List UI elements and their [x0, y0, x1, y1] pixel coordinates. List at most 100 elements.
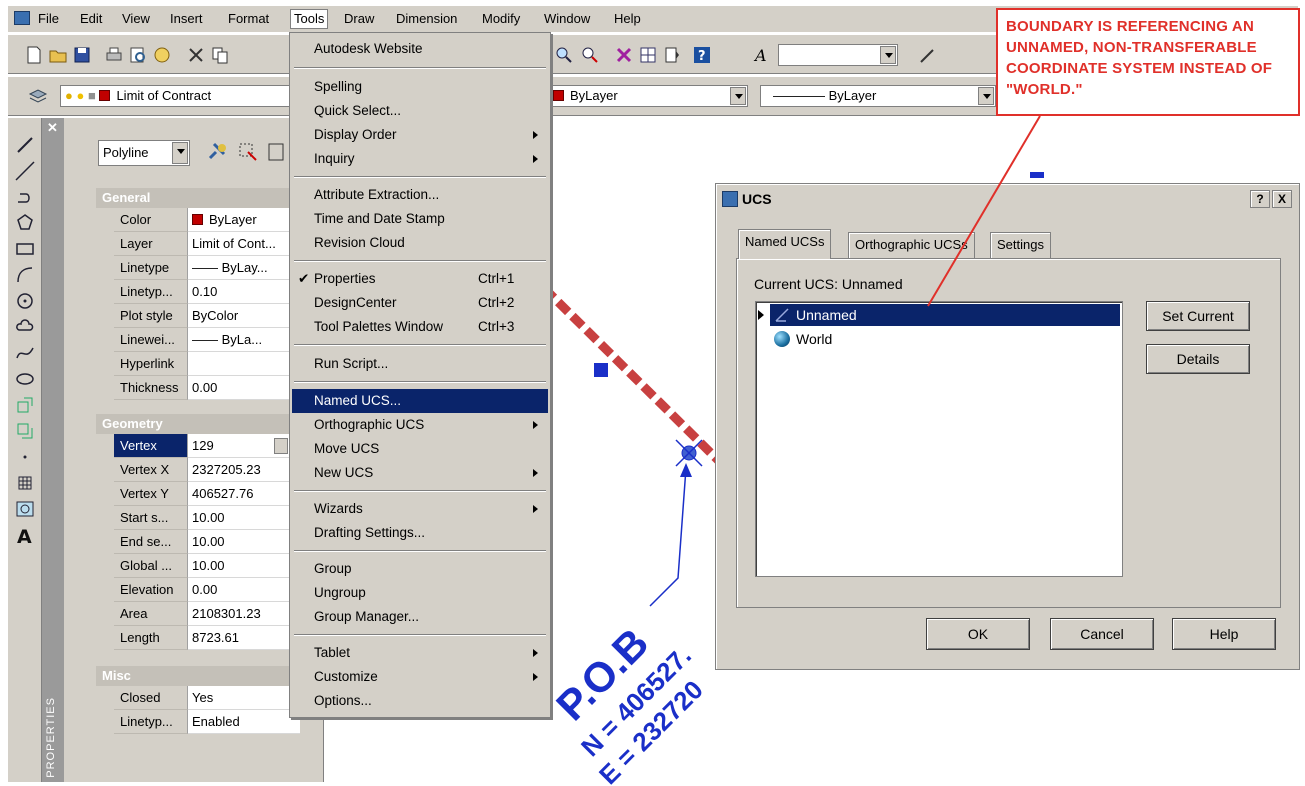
misc-section-header[interactable]: Misc — [96, 666, 296, 686]
set-current-button[interactable]: Set Current — [1146, 301, 1250, 331]
property-value[interactable]: Limit of Cont... — [188, 232, 300, 256]
ok-button[interactable]: OK — [926, 618, 1030, 650]
menu-item-inquiry[interactable]: Inquiry — [292, 147, 548, 171]
menu-item-tablet[interactable]: Tablet — [292, 641, 548, 665]
line-icon[interactable] — [14, 134, 36, 156]
property-value[interactable]: 8723.61 — [188, 626, 300, 650]
cut-icon[interactable] — [186, 45, 206, 65]
property-row[interactable]: Vertex Y 406527.76 — [114, 482, 300, 506]
menu-item-customize[interactable]: Customize — [292, 665, 548, 689]
new-file-icon[interactable] — [24, 45, 44, 65]
property-row[interactable]: Closed Yes — [114, 686, 300, 710]
text-style-combo[interactable] — [778, 44, 898, 66]
property-value[interactable]: Enabled — [188, 710, 300, 734]
region-icon[interactable] — [14, 498, 36, 520]
close-icon[interactable]: ✕ — [47, 120, 58, 136]
arc-icon[interactable] — [14, 264, 36, 286]
menu-item-wizards[interactable]: Wizards — [292, 497, 548, 521]
designcenter-icon[interactable] — [638, 45, 658, 65]
properties-icon[interactable] — [614, 45, 634, 65]
menu-item-orthographic-ucs[interactable]: Orthographic UCS — [292, 413, 548, 437]
circle-icon[interactable] — [14, 290, 36, 312]
polygon-icon[interactable] — [14, 212, 36, 234]
help-button[interactable]: Help — [1172, 618, 1276, 650]
hatch-icon[interactable] — [14, 472, 36, 494]
object-type-select[interactable]: Polyline — [98, 140, 190, 166]
save-icon[interactable] — [72, 45, 92, 65]
menu-item-attribute-extraction[interactable]: Attribute Extraction... — [292, 183, 548, 207]
property-value[interactable]: 2327205.23 — [188, 458, 300, 482]
property-value[interactable]: —— ByLay... — [188, 256, 300, 280]
point-icon[interactable] — [14, 446, 36, 468]
menu-item-display-order[interactable]: Display Order — [292, 123, 548, 147]
property-value[interactable]: 10.00 — [188, 530, 300, 554]
text-style-icon[interactable]: A — [752, 45, 772, 65]
menu-item-group-manager[interactable]: Group Manager... — [292, 605, 548, 629]
layer-manager-icon[interactable] — [28, 86, 48, 106]
property-value[interactable]: 406527.76 — [188, 482, 300, 506]
menu-item-tool-palettes[interactable]: Tool Palettes Window Ctrl+3 — [292, 315, 548, 339]
menu-help[interactable]: Help — [614, 11, 641, 26]
make-block-icon[interactable] — [14, 420, 36, 442]
menu-item-named-ucs[interactable]: Named UCS... — [292, 389, 548, 413]
property-value[interactable]: 0.00 — [188, 578, 300, 602]
list-item-unnamed[interactable]: Unnamed — [758, 304, 1120, 326]
property-value[interactable]: ByLayer — [188, 208, 300, 232]
properties-title-bar[interactable]: ✕ PROPERTIES — [42, 118, 64, 782]
menu-item-run-script[interactable]: Run Script... — [292, 352, 548, 376]
property-row[interactable]: Plot style ByColor — [114, 304, 300, 328]
property-row[interactable]: Start s... 10.00 — [114, 506, 300, 530]
menu-view[interactable]: View — [122, 11, 150, 26]
revision-cloud-icon[interactable] — [14, 316, 36, 338]
property-value[interactable]: 129 — [188, 434, 300, 458]
plot-preview-icon[interactable] — [128, 45, 148, 65]
property-value[interactable]: 0.10 — [188, 280, 300, 304]
menu-item-quick-select[interactable]: Quick Select... — [292, 99, 548, 123]
property-row[interactable]: Color ByLayer — [114, 208, 300, 232]
copy-icon[interactable] — [210, 45, 230, 65]
menu-window[interactable]: Window — [544, 11, 590, 26]
property-row[interactable]: Linetyp... 0.10 — [114, 280, 300, 304]
vertex-spinner-icon[interactable] — [274, 438, 288, 454]
rectangle-icon[interactable] — [14, 238, 36, 260]
cancel-button[interactable]: Cancel — [1050, 618, 1154, 650]
property-value[interactable]: Yes — [188, 686, 300, 710]
geometry-section-header[interactable]: Geometry — [96, 414, 296, 434]
menu-item-drafting-settings[interactable]: Drafting Settings... — [292, 521, 548, 545]
grip-square-top[interactable] — [1030, 172, 1044, 178]
menu-item-group[interactable]: Group — [292, 557, 548, 581]
grip-square[interactable] — [594, 363, 608, 377]
property-row[interactable]: Vertex X 2327205.23 — [114, 458, 300, 482]
quick-select-icon[interactable] — [266, 140, 286, 164]
menu-item-new-ucs[interactable]: New UCS — [292, 461, 548, 485]
menu-item-properties[interactable]: ✔ Properties Ctrl+1 — [292, 267, 548, 291]
menu-draw[interactable]: Draw — [344, 11, 374, 26]
publish-icon[interactable] — [152, 45, 172, 65]
zoom-previous-icon[interactable] — [580, 45, 600, 65]
color-combo[interactable]: ByLayer — [548, 85, 748, 107]
property-row[interactable]: Linetyp... Enabled — [114, 710, 300, 734]
property-value[interactable]: 10.00 — [188, 506, 300, 530]
property-value[interactable]: ByColor — [188, 304, 300, 328]
menu-item-designcenter[interactable]: DesignCenter Ctrl+2 — [292, 291, 548, 315]
list-item-world[interactable]: World — [770, 328, 832, 350]
property-row[interactable]: Length 8723.61 — [114, 626, 300, 650]
menu-item-ungroup[interactable]: Ungroup — [292, 581, 548, 605]
menu-item-move-ucs[interactable]: Move UCS — [292, 437, 548, 461]
menu-tools[interactable]: Tools — [290, 9, 329, 29]
details-button[interactable]: Details — [1146, 344, 1250, 374]
property-value[interactable]: 0.00 — [188, 376, 300, 400]
linetype-combo[interactable]: ———— ByLayer — [760, 85, 996, 107]
property-row[interactable]: Layer Limit of Cont... — [114, 232, 300, 256]
menu-modify[interactable]: Modify — [482, 11, 520, 26]
plot-icon[interactable] — [104, 45, 124, 65]
property-row[interactable]: Vertex 129 — [114, 434, 300, 458]
ucs-dialog-title-bar[interactable]: UCS ? X — [718, 186, 1297, 212]
property-value[interactable]: —— ByLa... — [188, 328, 300, 352]
property-row[interactable]: End se... 10.00 — [114, 530, 300, 554]
property-row[interactable]: Linetype —— ByLay... — [114, 256, 300, 280]
autocad-app-icon[interactable] — [14, 11, 30, 25]
spline-icon[interactable] — [14, 342, 36, 364]
menu-format[interactable]: Format — [228, 11, 269, 26]
menu-item-revision-cloud[interactable]: Revision Cloud — [292, 231, 548, 255]
